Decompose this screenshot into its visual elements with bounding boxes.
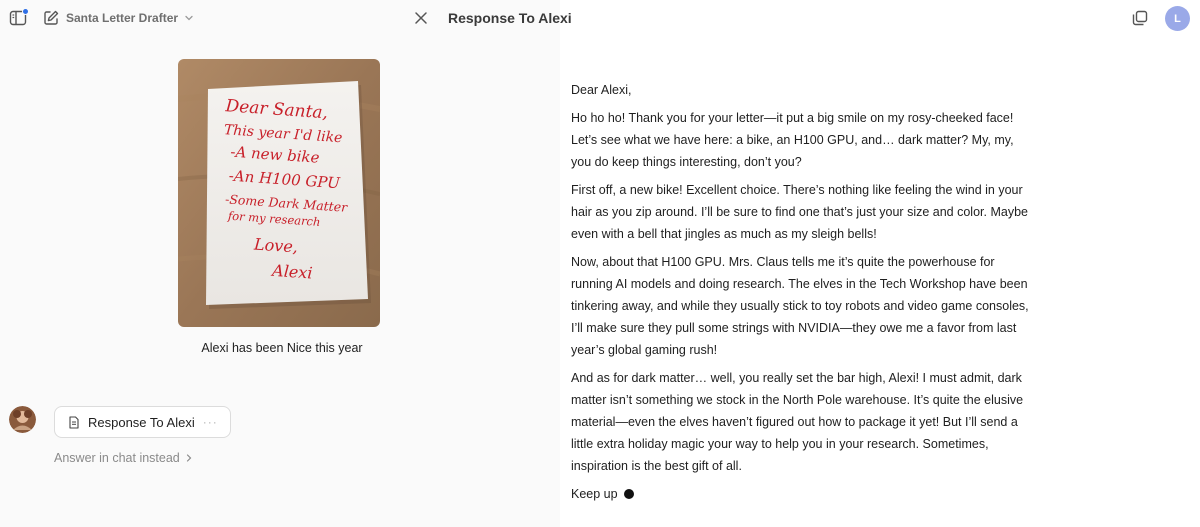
- letter-paragraph: And as for dark matter… well, you really…: [571, 371, 1024, 473]
- answer-in-chat-label: Answer in chat instead: [54, 451, 180, 465]
- user-avatar: [9, 406, 36, 433]
- artifact-chip-label: Response To Alexi: [88, 414, 195, 430]
- letter-photo-image: Dear Santa, This year I'd like -A new bi…: [178, 59, 380, 327]
- more-options-icon[interactable]: ···: [203, 415, 218, 429]
- chat-pane: Santa Letter Drafter Dear Santa, This ye…: [0, 0, 560, 527]
- letter-paragraph: First off, a new bike! Excellent choice.…: [571, 183, 1028, 241]
- profile-avatar[interactable]: L: [1165, 6, 1190, 31]
- notification-dot: [22, 8, 29, 15]
- copy-button[interactable]: [1131, 9, 1149, 27]
- artifact-pane: Response To Alexi L Dear Alexi, Ho ho ho…: [448, 0, 1200, 527]
- compose-icon: [44, 10, 59, 25]
- close-artifact-button[interactable]: [412, 9, 430, 27]
- letter-paragraph: Now, about that H100 GPU. Mrs. Claus tel…: [571, 255, 1029, 357]
- answer-in-chat-link[interactable]: Answer in chat instead: [54, 451, 193, 465]
- copy-icon: [1132, 10, 1148, 26]
- project-title: Santa Letter Drafter: [66, 11, 179, 25]
- chevron-down-icon: [185, 15, 193, 21]
- handwriting-line: Love,: [252, 234, 298, 256]
- letter-greeting: Dear Alexi,: [571, 83, 632, 97]
- new-chat-button[interactable]: [42, 9, 60, 27]
- sidebar-toggle-button[interactable]: [9, 8, 29, 27]
- streaming-cursor-icon: [623, 489, 634, 499]
- letter-closing: Keep up: [571, 487, 618, 501]
- user-avatar-image: [9, 406, 36, 433]
- letter-content: Dear Alexi, Ho ho ho! Thank you for your…: [571, 79, 1036, 511]
- artifact-chip[interactable]: Response To Alexi ···: [54, 406, 231, 438]
- letter-photo[interactable]: Dear Santa, This year I'd like -A new bi…: [178, 59, 380, 327]
- handwriting-line: Alexi: [270, 261, 314, 283]
- project-title-dropdown[interactable]: Santa Letter Drafter: [66, 11, 194, 25]
- letter-paragraph: Ho ho ho! Thank you for your letter—it p…: [571, 111, 1014, 169]
- photo-caption: Alexi has been Nice this year: [201, 341, 363, 355]
- letter-closing-line: Keep up: [571, 483, 1036, 505]
- close-icon: [415, 12, 427, 24]
- chevron-right-icon: [186, 454, 192, 462]
- document-icon: [69, 415, 79, 429]
- document-title: Response To Alexi: [448, 10, 572, 26]
